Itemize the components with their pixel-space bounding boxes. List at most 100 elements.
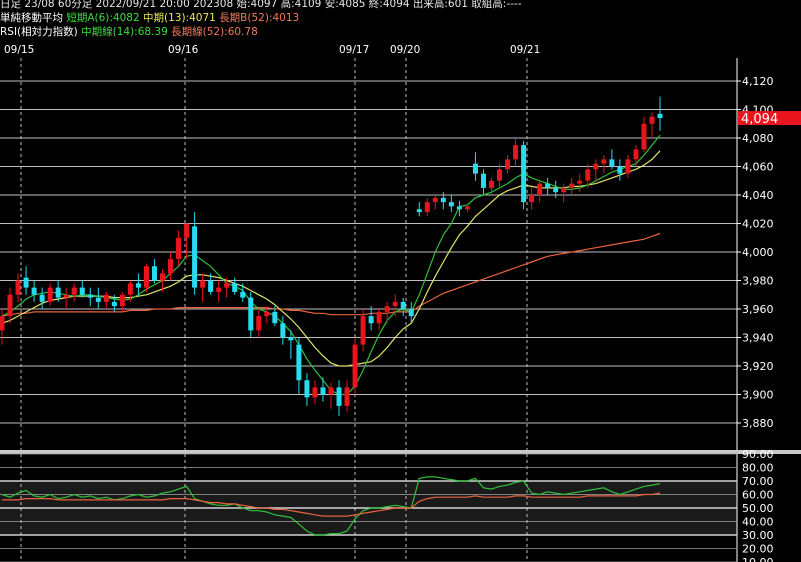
- candle-body: [585, 169, 591, 181]
- candle-body: [135, 283, 141, 288]
- candle-body: [71, 287, 77, 295]
- candle-body: [63, 294, 69, 298]
- candle-body: [39, 294, 45, 302]
- panel-divider: [0, 450, 801, 454]
- candle-body: [617, 166, 623, 174]
- candle-body: [553, 187, 559, 193]
- price-tick-label: 4,080: [742, 132, 774, 145]
- ma-short-line: [1, 134, 661, 396]
- candle-body: [561, 187, 567, 193]
- price-tick-label: 3,940: [742, 332, 774, 345]
- candle-body: [87, 294, 93, 298]
- candle-body: [55, 287, 61, 298]
- candle-body: [336, 387, 342, 406]
- last-price-label: 4,094: [741, 112, 778, 127]
- candle-body: [424, 202, 430, 213]
- price-tick-label: 4,040: [742, 189, 774, 202]
- candle-body: [456, 206, 462, 210]
- candle-body: [232, 283, 238, 292]
- candle-body: [111, 301, 117, 307]
- price-tick-label: 4,060: [742, 161, 774, 174]
- rsi-tick-label: 30.00: [742, 529, 774, 542]
- candle-body: [176, 237, 182, 260]
- rsi-tick-label: 10.00: [742, 556, 774, 562]
- candle-body: [184, 223, 190, 238]
- candle-body: [151, 266, 157, 281]
- candle-body: [625, 159, 631, 174]
- rsi-tick-label: 50.00: [742, 502, 774, 515]
- candle-body: [400, 301, 406, 309]
- candle-body: [529, 195, 535, 203]
- candle-body: [95, 297, 101, 302]
- candle-body: [23, 277, 29, 288]
- candle-body: [119, 294, 125, 307]
- candle-body: [248, 297, 254, 331]
- candle-body: [601, 159, 607, 164]
- candle-body: [497, 169, 503, 181]
- candle-body: [352, 344, 358, 388]
- candle-body: [79, 287, 85, 295]
- candle-body: [440, 197, 446, 203]
- candle-body: [376, 311, 382, 324]
- candle-body: [224, 283, 230, 288]
- rsi-band: [0, 481, 737, 535]
- price-tick-label: 3,960: [742, 303, 774, 316]
- candle-body: [192, 226, 198, 288]
- candle-body: [480, 173, 486, 188]
- candle-body: [264, 311, 270, 317]
- candle-body: [216, 287, 222, 292]
- price-tick-label: 3,880: [742, 417, 774, 430]
- ma-mid-line: [1, 150, 661, 367]
- candle-body: [344, 387, 350, 406]
- candle-body: [328, 387, 334, 395]
- candle-body: [288, 337, 294, 341]
- candle-body: [577, 180, 583, 184]
- candle-body: [513, 145, 519, 160]
- candle-body: [368, 316, 374, 324]
- candle-body: [168, 259, 174, 274]
- rsi-tick-label: 40.00: [742, 516, 774, 529]
- rsi-tick-label: 60.00: [742, 489, 774, 502]
- rsi-tick-label: 20.00: [742, 543, 774, 556]
- candle-body: [31, 287, 37, 295]
- candle-body: [159, 273, 165, 281]
- candle-body: [657, 113, 663, 119]
- ma-long-line: [1, 232, 661, 317]
- candle-body: [472, 163, 478, 174]
- candle-body: [143, 266, 149, 288]
- candle-body: [641, 123, 647, 150]
- candle-body: [272, 311, 278, 324]
- candle-body: [256, 316, 262, 331]
- candle-body: [545, 183, 551, 188]
- candle-body: [537, 183, 543, 195]
- rsi-tick-label: 90.00: [742, 448, 774, 461]
- candle-body: [47, 287, 53, 302]
- candle-body: [240, 291, 246, 298]
- candle-body: [103, 294, 109, 302]
- candle-body: [464, 206, 470, 210]
- candle-body: [488, 180, 494, 188]
- price-tick-label: 3,980: [742, 275, 774, 288]
- candle-body: [280, 323, 286, 338]
- candle-body: [569, 183, 575, 188]
- candle-body: [296, 344, 302, 381]
- candle-body: [432, 197, 438, 203]
- candle-body: [408, 309, 414, 317]
- price-tick-label: 4,020: [742, 218, 774, 231]
- price-tick-label: 4,000: [742, 246, 774, 259]
- rsi-tick-label: 70.00: [742, 475, 774, 488]
- candle-body: [593, 163, 599, 170]
- price-tick-label: 3,920: [742, 360, 774, 373]
- candle-body: [312, 387, 318, 398]
- candle-body: [360, 316, 366, 345]
- candle-body: [448, 202, 454, 207]
- candle-body: [127, 283, 133, 295]
- candle-body: [609, 159, 615, 167]
- candle-body: [505, 159, 511, 170]
- candle-body: [649, 116, 655, 124]
- candle-body: [392, 301, 398, 307]
- candle-body: [416, 209, 422, 213]
- candle-body: [384, 306, 390, 312]
- candle-body: [200, 280, 206, 288]
- rsi-tick-label: 80.00: [742, 462, 774, 475]
